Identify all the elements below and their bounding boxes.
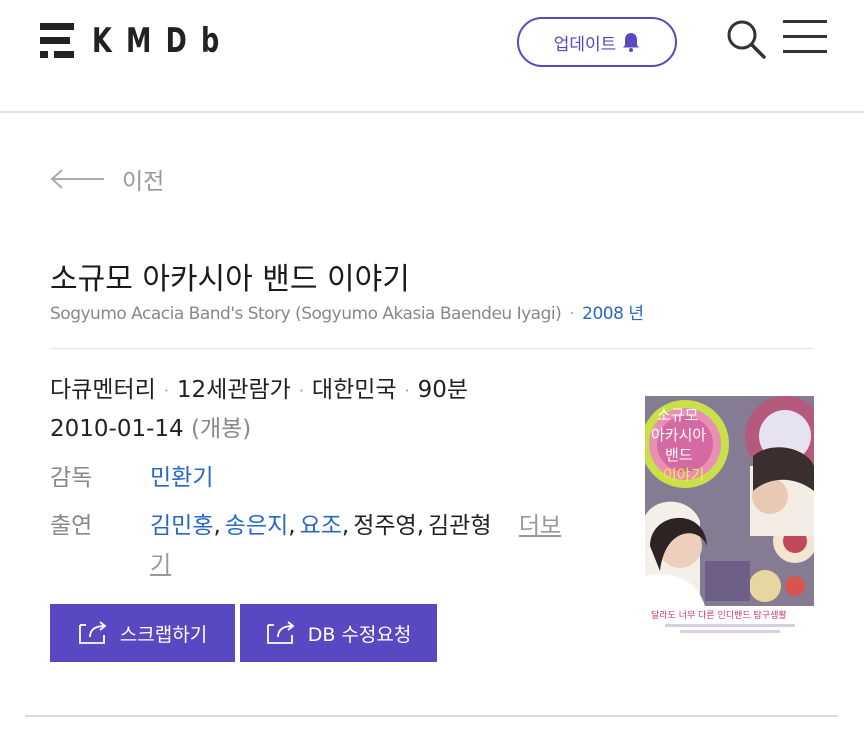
poster-title-line: 아카시아	[651, 426, 706, 444]
menu-icon-bar	[783, 35, 827, 38]
more-link[interactable]: 더보	[519, 513, 561, 539]
scrap-label: 스크랩하기	[119, 623, 208, 646]
bell-icon	[623, 33, 640, 52]
poster-title-line: 밴드	[665, 446, 693, 464]
genre: 다큐멘터리	[50, 377, 156, 403]
logo-text: KMDb	[92, 21, 234, 61]
divider	[50, 348, 813, 349]
divider	[25, 715, 838, 717]
movie-subtitle: Sogyumo Acacia Band's Story (Sogyumo Aka…	[50, 299, 644, 324]
dot-separator: ·	[163, 381, 169, 400]
cast-link[interactable]: 송은지	[225, 513, 288, 539]
menu-icon-bar	[783, 50, 827, 53]
director-row: 민환기	[150, 458, 213, 492]
comma: ,	[213, 513, 221, 539]
share-icon	[266, 621, 295, 644]
comma: ,	[288, 513, 296, 539]
runtime: 90분	[417, 377, 469, 403]
menu-button[interactable]	[783, 18, 829, 56]
poster-title-line: 소규모	[657, 406, 699, 424]
logo-mark-icon	[40, 21, 78, 61]
update-button[interactable]: 업데이트	[517, 17, 677, 67]
more-link-continued[interactable]: 기	[150, 552, 171, 578]
kmdb-logo[interactable]: KMDb	[40, 16, 281, 66]
menu-icon	[783, 20, 827, 23]
release-info: 2010-01-14 (개봉)	[50, 409, 251, 443]
poster-tagline: 달라도 너무 다른 인디밴드 탐구생활	[651, 609, 787, 621]
dot-separator: ·	[569, 304, 575, 324]
search-button[interactable]	[725, 18, 767, 60]
cast-name: 김관형	[428, 513, 492, 539]
movie-title: 소규모 아카시아 밴드 이야기	[50, 262, 410, 297]
site-header: KMDb 업데이트	[0, 0, 864, 113]
rating: 12세관람가	[176, 377, 291, 403]
country: 대한민국	[311, 377, 397, 403]
movie-poster[interactable]: 소규모 아카시아 밴드 이야기 달라도 너무 다른 인디밴드 탐구생활	[645, 396, 814, 636]
share-icon	[78, 621, 107, 644]
english-title: Sogyumo Acacia Band's Story (Sogyumo Aka…	[50, 304, 562, 324]
cast-label: 출연	[50, 513, 93, 539]
more-link-wrap: 기	[150, 545, 171, 579]
dot-separator: ·	[298, 381, 304, 400]
update-label: 업데이트	[553, 34, 617, 55]
release-note: (개봉)	[190, 416, 252, 442]
poster-title-line: 이야기	[663, 466, 704, 484]
back-label: 이전	[122, 169, 165, 195]
db-request-label: DB 수정요청	[307, 623, 412, 646]
poster-art: 소규모 아카시아 밴드 이야기 달라도 너무 다른 인디밴드 탐구생활	[645, 396, 814, 636]
cast-name: 정주영	[353, 513, 417, 539]
release-year-link[interactable]: 2008 년	[582, 304, 644, 324]
director-link[interactable]: 민환기	[150, 465, 213, 491]
back-link[interactable]: 이전	[50, 162, 164, 196]
cast-link[interactable]: 김민홍	[150, 513, 213, 539]
scrap-button[interactable]: 스크랩하기	[50, 604, 235, 662]
db-request-button[interactable]: DB 수정요청	[240, 604, 437, 662]
cast-row: 김민홍, 송은지, 요조, 정주영, 김관형 더보	[150, 506, 561, 540]
cast-link[interactable]: 요조	[300, 513, 342, 539]
comma: ,	[341, 513, 350, 539]
dot-separator: ·	[404, 381, 410, 400]
director-label: 감독	[50, 465, 93, 491]
arrow-left-icon	[50, 169, 104, 189]
search-icon	[727, 20, 766, 59]
comma: ,	[416, 513, 425, 539]
movie-meta: 다큐멘터리 · 12세관람가 · 대한민국 · 90분	[50, 370, 468, 404]
release-date: 2010-01-14	[50, 416, 184, 442]
